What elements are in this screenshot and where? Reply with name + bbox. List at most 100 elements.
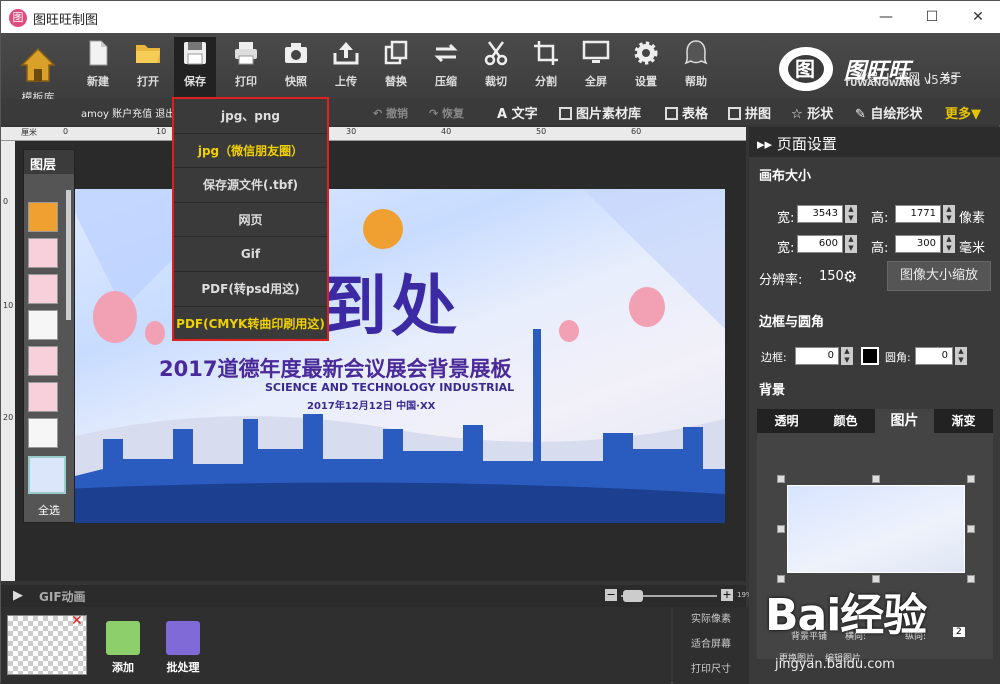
resize-image-button[interactable]: 图像大小缩放 bbox=[887, 261, 991, 291]
layer-thumb[interactable] bbox=[28, 310, 58, 340]
layer-thumb[interactable] bbox=[28, 382, 58, 412]
border-color-swatch[interactable] bbox=[861, 347, 879, 365]
layer-thumb[interactable] bbox=[28, 274, 58, 304]
undo-button[interactable]: ↶ 撤销 bbox=[373, 105, 408, 121]
new-file-icon bbox=[89, 40, 108, 66]
save-gif-item[interactable]: Gif bbox=[174, 237, 327, 272]
redo-button[interactable]: ↷ 恢复 bbox=[429, 105, 464, 121]
fullscreen-button[interactable]: 全屏 bbox=[575, 37, 617, 97]
layer-thumb[interactable] bbox=[28, 346, 58, 376]
open-label: 打开 bbox=[137, 75, 159, 88]
actual-pixels-button[interactable]: 实际像素 bbox=[673, 607, 749, 632]
layer-thumb[interactable] bbox=[28, 418, 58, 448]
play-icon[interactable]: ▶ bbox=[13, 588, 23, 603]
batch-label: 批处理 bbox=[166, 661, 200, 674]
layers-scrollbar[interactable] bbox=[66, 190, 71, 320]
bg-tile-count[interactable]: 2 bbox=[953, 627, 965, 637]
resize-handle[interactable] bbox=[777, 525, 785, 533]
print-size-button[interactable]: 打印尺寸 bbox=[673, 657, 749, 682]
shape-button[interactable]: ☆ 形状 bbox=[791, 103, 833, 122]
canvas-workspace[interactable]: 到处 2017道德年度最新会议展会背景展板 SCIENCE AND TECHNO… bbox=[15, 141, 746, 581]
radius-input[interactable]: 0 bbox=[915, 347, 953, 365]
radius-spinner[interactable]: ▲ ▼ bbox=[955, 347, 967, 365]
cut-button[interactable]: 裁切 bbox=[475, 37, 517, 97]
account-info[interactable]: amoy 账户充值 退出 bbox=[81, 105, 175, 120]
border-spinner[interactable]: ▲ ▼ bbox=[841, 347, 853, 365]
collage-button[interactable]: 拼图 bbox=[728, 103, 771, 122]
compress-button[interactable]: 压缩 bbox=[425, 37, 467, 97]
width-px-input[interactable]: 3543 bbox=[797, 205, 843, 223]
save-webpage-item[interactable]: 网页 bbox=[174, 203, 327, 238]
tab-gradient[interactable]: 渐变 bbox=[934, 409, 993, 433]
height-mm-spinner[interactable]: ▲ ▼ bbox=[943, 235, 955, 253]
width-px-spinner[interactable]: ▲ ▼ bbox=[845, 205, 857, 223]
collage-label: 拼图 bbox=[745, 107, 772, 122]
panel-title-text: 页面设置 bbox=[776, 135, 837, 153]
border-label: 边框: bbox=[761, 351, 787, 364]
snapshot-button[interactable]: 快照 bbox=[275, 37, 317, 97]
fit-screen-button[interactable]: 适合屏幕 bbox=[673, 632, 749, 657]
open-button[interactable]: 打开 bbox=[127, 37, 169, 97]
more-button[interactable]: 更多▼ bbox=[945, 103, 981, 122]
zoom-in-button[interactable]: + bbox=[721, 589, 733, 601]
resize-handle[interactable] bbox=[967, 525, 975, 533]
canvas-date: 2017年12月12日 中国·XX bbox=[307, 401, 436, 412]
height-px-input[interactable]: 1771 bbox=[895, 205, 941, 223]
ruler-tick: 10 bbox=[156, 127, 167, 136]
save-pdf-cmyk-item[interactable]: PDF(CMYK转曲印刷用这) bbox=[174, 307, 327, 342]
save-jpg-png-item[interactable]: jpg、png bbox=[174, 99, 327, 134]
zoom-slider-knob[interactable] bbox=[623, 590, 643, 602]
layer-thumb[interactable] bbox=[28, 202, 58, 232]
border-section-heading: 边框与圆角 bbox=[759, 315, 825, 330]
layer-thumb-background[interactable] bbox=[28, 456, 66, 494]
border-input[interactable]: 0 bbox=[795, 347, 839, 365]
print-button[interactable]: 打印 bbox=[225, 37, 267, 97]
resize-handle[interactable] bbox=[777, 475, 785, 483]
save-pdf-psd-item[interactable]: PDF(转psd用这) bbox=[174, 272, 327, 307]
ruler-tick: 50 bbox=[536, 127, 547, 136]
save-button[interactable]: 保存 bbox=[174, 37, 216, 97]
layers-panel: 图层 全选 bbox=[23, 149, 75, 523]
background-image-preview[interactable] bbox=[787, 485, 965, 573]
width-mm-input[interactable]: 600 bbox=[797, 235, 843, 253]
height-mm-input[interactable]: 300 bbox=[895, 235, 941, 253]
custom-shape-button[interactable]: ✎ 自绘形状 bbox=[855, 103, 922, 122]
ruler-tick: 30 bbox=[346, 127, 357, 136]
table-button[interactable]: 表格 bbox=[665, 103, 708, 122]
save-label: 保存 bbox=[184, 75, 206, 88]
baidu-watermark-text: Bai经验 bbox=[765, 590, 927, 641]
text-tool-button[interactable]: A 文字 bbox=[497, 103, 538, 122]
tab-color[interactable]: 颜色 bbox=[816, 409, 875, 433]
settings-button[interactable]: 设置 bbox=[625, 37, 667, 97]
resize-handle[interactable] bbox=[872, 475, 880, 483]
dpi-gear-icon[interactable]: ⚙ bbox=[843, 267, 857, 286]
table-label: 表格 bbox=[682, 107, 709, 122]
delete-frame-icon[interactable]: ✕ bbox=[71, 613, 83, 629]
gif-animation-label[interactable]: GIF动画 bbox=[39, 588, 86, 605]
split-button[interactable]: 分割 bbox=[525, 37, 567, 97]
layer-thumb[interactable] bbox=[28, 238, 58, 268]
tab-transparent[interactable]: 透明 bbox=[757, 409, 816, 433]
upload-button[interactable]: 上传 bbox=[325, 37, 367, 97]
select-all-button[interactable]: 全选 bbox=[24, 502, 74, 518]
fullscreen-label: 全屏 bbox=[585, 75, 607, 88]
tab-image[interactable]: 图片 bbox=[875, 409, 934, 433]
image-library-button[interactable]: 图片素材库 bbox=[559, 103, 641, 122]
help-button[interactable]: 帮助 bbox=[675, 37, 717, 97]
vertical-ruler: 0 10 20 bbox=[1, 141, 15, 581]
close-button[interactable]: ✕ bbox=[955, 5, 1000, 29]
design-canvas[interactable]: 到处 2017道德年度最新会议展会背景展板 SCIENCE AND TECHNO… bbox=[63, 189, 725, 523]
crop-icon bbox=[534, 41, 558, 65]
maximize-button[interactable]: ☐ bbox=[909, 5, 955, 29]
replace-button[interactable]: 替换 bbox=[375, 37, 417, 97]
zoom-out-button[interactable]: − bbox=[605, 589, 617, 601]
new-button[interactable]: 新建 bbox=[77, 37, 119, 97]
save-source-file-item[interactable]: 保存源文件(.tbf) bbox=[174, 168, 327, 203]
save-jpg-wechat-item[interactable]: jpg（微信朋友圈） bbox=[174, 134, 327, 169]
add-frame-button[interactable]: 添加 bbox=[103, 621, 143, 675]
resize-handle[interactable] bbox=[967, 475, 975, 483]
minimize-button[interactable]: — bbox=[863, 5, 909, 29]
batch-button[interactable]: 批处理 bbox=[163, 621, 203, 675]
width-mm-spinner[interactable]: ▲ ▼ bbox=[845, 235, 857, 253]
height-px-spinner[interactable]: ▲ ▼ bbox=[943, 205, 955, 223]
